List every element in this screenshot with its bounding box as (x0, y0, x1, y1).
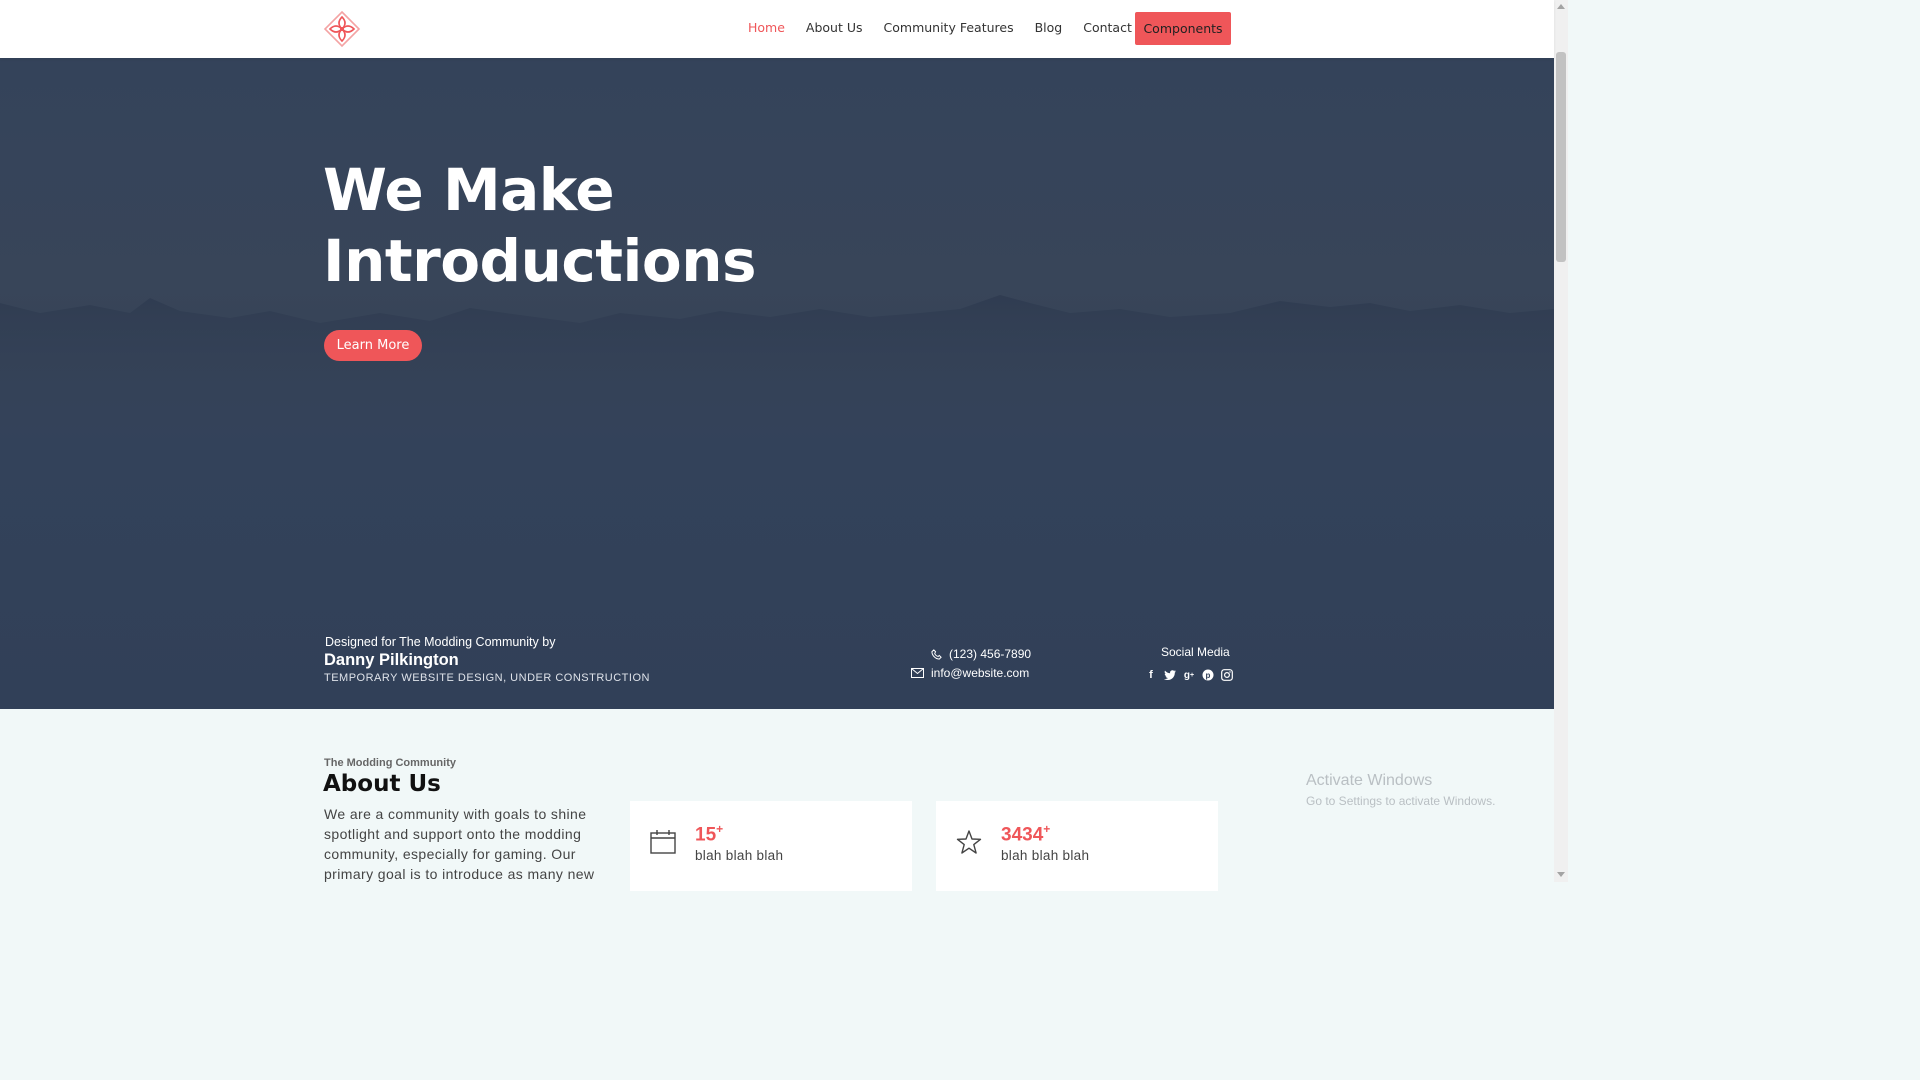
instagram-icon[interactable] (1220, 668, 1234, 682)
pinterest-icon[interactable]: p (1201, 668, 1215, 682)
stat-card: 15+ blah blah blah (630, 801, 912, 891)
credit-author: Danny Pilkington (324, 651, 459, 669)
facebook-icon[interactable]: f (1144, 668, 1158, 682)
about-title: About Us (323, 771, 441, 797)
activate-windows-subtitle: Go to Settings to activate Windows. (1306, 794, 1496, 808)
components-button[interactable]: Components (1135, 12, 1231, 45)
contact-phone-text: (123) 456-7890 (949, 647, 1032, 661)
envelope-icon (911, 668, 924, 678)
about-text: We are a community with goals to shine s… (324, 806, 595, 882)
nav-links: Home About Us Community Features Blog Co… (748, 20, 1153, 35)
diamond-petal-logo[interactable] (323, 10, 361, 48)
hero-title-line1: We Make (323, 156, 615, 224)
twitter-icon[interactable] (1163, 668, 1177, 682)
contact-phone[interactable]: (123) 456-7890 (931, 647, 1031, 661)
social-icons: f g + p (1144, 668, 1234, 682)
learn-more-button[interactable]: Learn More (324, 330, 422, 361)
mountain-silhouette (0, 295, 1554, 423)
stat-number: 15+ (695, 822, 724, 846)
scroll-up-arrow-icon[interactable] (1557, 4, 1565, 9)
nav-about-us[interactable]: About Us (806, 20, 863, 35)
calendar-icon (650, 830, 676, 854)
svg-text:p: p (1206, 671, 1211, 680)
contact-email[interactable]: info@website.com (911, 666, 1029, 680)
phone-icon (931, 648, 942, 660)
hero-title: We Make Introductions (323, 155, 757, 297)
stat-label: blah blah blah (695, 848, 784, 863)
hero-title-line2: Introductions (323, 227, 757, 295)
nav-community-features[interactable]: Community Features (884, 20, 1014, 35)
top-navbar: Home About Us Community Features Blog Co… (0, 0, 1554, 58)
about-kicker: The Modding Community (324, 757, 456, 769)
scroll-thumb[interactable] (1556, 52, 1566, 262)
contact-email-text: info@website.com (931, 666, 1030, 680)
credit-note: TEMPORARY WEBSITE DESIGN, UNDER CONSTRUC… (324, 672, 650, 684)
social-media-label: Social Media (1161, 645, 1230, 659)
hero-section: We Make Introductions Learn More Designe… (0, 58, 1554, 709)
credit-designed-for: Designed for The Modding Community by (325, 635, 556, 649)
google-plus-icon[interactable]: g + (1182, 668, 1196, 682)
stat-label: blah blah blah (1001, 848, 1090, 863)
stat-card: 3434+ blah blah blah (936, 801, 1218, 891)
scroll-down-arrow-icon[interactable] (1557, 872, 1565, 877)
activate-windows-title: Activate Windows (1306, 772, 1433, 789)
star-icon (956, 830, 982, 854)
stat-number: 3434+ (1001, 822, 1051, 846)
vertical-scrollbar[interactable] (1554, 0, 1568, 882)
nav-blog[interactable]: Blog (1035, 20, 1063, 35)
nav-home[interactable]: Home (748, 20, 785, 35)
nav-contact[interactable]: Contact (1083, 20, 1132, 35)
